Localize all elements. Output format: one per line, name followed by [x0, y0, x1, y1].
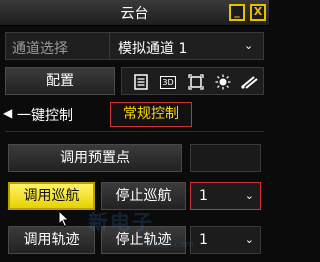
ptz-toolbar: 3D: [121, 67, 264, 95]
call-track-button[interactable]: 调用轨迹: [8, 226, 95, 254]
channel-select-label: 通道选择: [12, 41, 68, 57]
title-bar: 云台 _ X: [0, 0, 269, 26]
call-cruise-button[interactable]: 调用巡航: [8, 182, 95, 210]
stop-track-button[interactable]: 停止轨迹: [101, 226, 186, 254]
list-icon[interactable]: [131, 72, 151, 92]
light-icon[interactable]: [213, 72, 233, 92]
arrow-left-icon[interactable]: ◀: [3, 106, 12, 120]
mouse-cursor-icon: [58, 209, 70, 232]
close-button[interactable]: X: [250, 4, 266, 21]
divider: [109, 33, 110, 59]
chevron-down-icon[interactable]: ⌄: [245, 233, 254, 246]
tab-row: ◀ 一键控制 常规控制: [0, 102, 269, 128]
stop-cruise-button[interactable]: 停止巡航: [101, 182, 186, 210]
wiper-icon[interactable]: [239, 72, 259, 92]
track-select-value: 1: [199, 232, 208, 248]
call-preset-button[interactable]: 调用预置点: [8, 144, 182, 172]
tab-one-key-control[interactable]: 一键控制: [17, 105, 73, 125]
preset-input[interactable]: [190, 144, 261, 172]
channel-select-value[interactable]: 模拟通道 1: [118, 38, 187, 58]
cruise-select-value: 1: [199, 188, 208, 204]
config-button[interactable]: 配置: [5, 67, 115, 95]
chevron-down-icon[interactable]: ⌄: [244, 39, 253, 52]
divider: [5, 131, 264, 132]
chevron-down-icon[interactable]: ⌄: [245, 189, 254, 202]
tab-normal-control[interactable]: 常规控制: [110, 102, 192, 127]
track-select[interactable]: 1 ⌄: [190, 226, 261, 254]
minimize-button[interactable]: _: [229, 4, 245, 21]
channel-select-row[interactable]: 通道选择 模拟通道 1 ⌄: [5, 32, 264, 60]
3d-icon[interactable]: 3D: [157, 72, 179, 92]
fullscreen-icon[interactable]: [186, 72, 206, 92]
cruise-select[interactable]: 1 ⌄: [190, 182, 261, 210]
3d-icon-text: 3D: [160, 75, 176, 89]
